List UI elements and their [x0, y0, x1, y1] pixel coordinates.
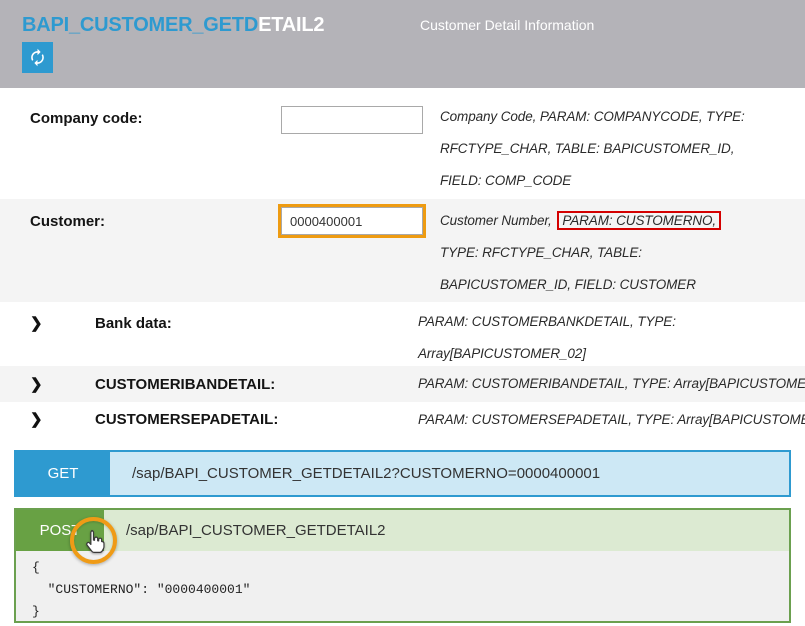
sync-icon: [28, 48, 47, 67]
page-title: BAPI_CUSTOMER_GETDETAIL2: [22, 14, 324, 37]
bank-data-description: PARAM: CUSTOMERBANKDETAIL, TYPE: Array[B…: [418, 306, 676, 370]
company-code-description: Company Code, PARAM: COMPANYCODE, TYPE: …: [440, 101, 745, 197]
chevron-right-icon[interactable]: ❯: [30, 314, 43, 332]
form-row-company-code: Company code: Company Code, PARAM: COMPA…: [0, 88, 805, 199]
post-body-json: { "CUSTOMERNO": "0000400001" }: [16, 551, 789, 623]
get-button[interactable]: GET: [16, 452, 110, 495]
get-request-panel: GET /sap/BAPI_CUSTOMER_GETDETAIL2?CUSTOM…: [14, 450, 791, 497]
page-subtitle: Customer Detail Information: [420, 17, 594, 33]
page-title-rest: ETAIL2: [258, 14, 324, 36]
page-title-match: BAPI_CUSTOMER_GETD: [22, 14, 258, 36]
bank-data-label: Bank data:: [95, 315, 172, 332]
customerno-param-highlight-box: PARAM: CUSTOMERNO,: [557, 211, 721, 230]
customer-label: Customer:: [30, 213, 105, 230]
bapi-test-page: BAPI_CUSTOMER_GETDETAIL2 Customer Detail…: [0, 0, 805, 626]
customeribandetail-label: CUSTOMERIBANDETAIL:: [95, 376, 275, 393]
form-row-customersepadetail: ❯ CUSTOMERSEPADETAIL: PARAM: CUSTOMERSEP…: [0, 402, 805, 437]
hand-cursor-icon: [81, 525, 107, 557]
customer-description: Customer Number, PARAM: CUSTOMERNO, TYPE…: [440, 205, 721, 301]
chevron-right-icon[interactable]: ❯: [30, 410, 43, 428]
form-row-customeribandetail: ❯ CUSTOMERIBANDETAIL: PARAM: CUSTOMERIBA…: [0, 366, 805, 402]
get-url: /sap/BAPI_CUSTOMER_GETDETAIL2?CUSTOMERNO…: [132, 465, 600, 482]
customer-input[interactable]: [281, 207, 423, 235]
customer-input-highlight-box: [278, 204, 426, 238]
customersepadetail-description: PARAM: CUSTOMERSEPADETAIL, TYPE: Array[B…: [418, 402, 805, 437]
form-row-bank-data: ❯ Bank data: PARAM: CUSTOMERBANKDETAIL, …: [0, 302, 805, 366]
post-request-panel: POST /sap/BAPI_CUSTOMER_GETDETAIL2 { "CU…: [14, 508, 791, 623]
chevron-right-icon[interactable]: ❯: [30, 375, 43, 393]
form-row-customer: Customer: Customer Number, PARAM: CUSTOM…: [0, 199, 805, 302]
refresh-button[interactable]: [22, 42, 53, 73]
customeribandetail-description: PARAM: CUSTOMERIBANDETAIL, TYPE: Array[B…: [418, 366, 805, 402]
company-code-label: Company code:: [30, 110, 143, 127]
company-code-input[interactable]: [281, 106, 423, 134]
customersepadetail-label: CUSTOMERSEPADETAIL:: [95, 411, 278, 428]
post-request-header: POST /sap/BAPI_CUSTOMER_GETDETAIL2: [16, 510, 789, 551]
post-url: /sap/BAPI_CUSTOMER_GETDETAIL2: [126, 522, 386, 539]
click-highlight-circle: [70, 517, 117, 564]
header: BAPI_CUSTOMER_GETDETAIL2 Customer Detail…: [0, 0, 805, 88]
